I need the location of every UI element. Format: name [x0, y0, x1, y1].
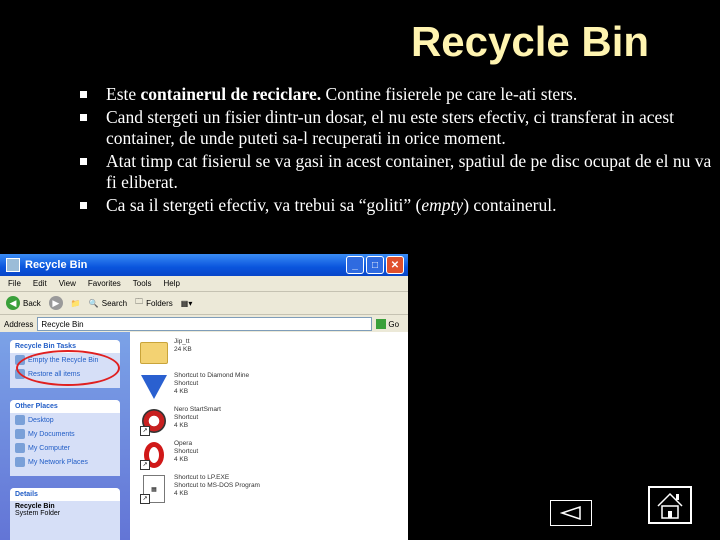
file-list: Jip_tt 24 KB Shortcut to Diamond Mine Shor… — [140, 332, 408, 540]
window-titlebar[interactable]: Recycle Bin _ □ ✕ — [0, 254, 408, 276]
other-places-panel: Other Places Desktop My Documents My Com… — [10, 400, 120, 476]
menu-view[interactable]: View — [59, 279, 76, 288]
search-icon: 🔍 — [88, 298, 99, 308]
bullet-item: Ca sa il stergeti efectiv, va trebui sa … — [80, 195, 715, 216]
highlight-ellipse — [16, 350, 120, 386]
minimize-button[interactable]: _ — [346, 256, 364, 274]
other-places-header[interactable]: Other Places — [10, 400, 120, 413]
search-button[interactable]: 🔍 Search — [89, 299, 127, 308]
network-icon — [15, 457, 25, 467]
shortcut-arrow-icon: ↗ — [140, 460, 150, 470]
bullet-item: Cand stergeti un fisier dintr-un dosar, … — [80, 107, 715, 149]
back-arrow-icon — [560, 506, 581, 520]
bullet-item: Atat timp cat fisierul se va gasi in ace… — [80, 151, 715, 193]
address-input[interactable]: Recycle Bin — [37, 317, 373, 331]
menu-file[interactable]: File — [8, 279, 21, 288]
window-title: Recycle Bin — [25, 259, 88, 271]
list-item[interactable]: ↗ Opera Shortcut 4 KB — [140, 440, 198, 470]
menu-bar: File Edit View Favorites Tools Help — [0, 276, 408, 292]
documents-icon — [15, 429, 25, 439]
bullet-marker-icon — [80, 202, 87, 209]
up-button[interactable]: 📁 — [71, 299, 81, 308]
folder-up-icon: 📁 — [70, 298, 81, 308]
place-my-computer[interactable]: My Computer — [10, 441, 120, 455]
menu-help[interactable]: Help — [163, 279, 179, 288]
home-icon — [657, 492, 683, 519]
back-button[interactable]: ◀ Back — [6, 296, 41, 310]
menu-edit[interactable]: Edit — [33, 279, 47, 288]
shortcut-arrow-icon: ↗ — [140, 494, 150, 504]
go-arrow-icon — [376, 319, 387, 329]
computer-icon — [15, 443, 25, 453]
bullet-marker-icon — [80, 91, 87, 98]
list-item[interactable]: ↗ Nero StartSmart Shortcut 4 KB — [140, 406, 221, 436]
list-item[interactable]: Jip_tt 24 KB — [140, 338, 192, 368]
forward-arrow-icon: ▶ — [48, 296, 63, 310]
window-body: Recycle Bin Tasks Empty the Recycle Bin … — [0, 332, 408, 540]
task-pane: Recycle Bin Tasks Empty the Recycle Bin … — [0, 332, 130, 540]
menu-favorites[interactable]: Favorites — [88, 279, 121, 288]
prev-slide-button[interactable] — [550, 500, 592, 526]
address-label: Address — [4, 319, 34, 329]
views-icon: ▦▾ — [180, 298, 193, 308]
slide-title: Recycle Bin — [410, 18, 650, 65]
bullet-item: Este containerul de reciclare. Contine f… — [80, 84, 715, 105]
go-button[interactable]: Go — [376, 319, 399, 329]
diamond-icon — [141, 375, 167, 399]
details-content: Recycle Bin System Folder — [10, 501, 120, 519]
back-arrow-icon: ◀ — [6, 296, 20, 310]
folders-button[interactable]: 🗀 Folders — [135, 296, 173, 310]
place-my-documents[interactable]: My Documents — [10, 427, 120, 441]
list-item[interactable]: ▦ ↗ Shortcut to LP.EXE Shortcut to MS-DOS … — [140, 474, 260, 504]
bullet-marker-icon — [80, 114, 87, 121]
bullet-list: Este containerul de reciclare. Contine f… — [80, 84, 715, 218]
recycle-bin-icon — [6, 258, 20, 272]
details-subtitle: System Folder — [15, 510, 61, 517]
folder-icon — [140, 342, 168, 364]
maximize-button[interactable]: □ — [366, 256, 384, 274]
desktop-icon — [15, 415, 25, 425]
views-button[interactable]: ▦▾ — [181, 299, 193, 308]
forward-button[interactable]: ▶ — [48, 296, 63, 310]
details-title: Recycle Bin — [15, 503, 55, 510]
place-desktop[interactable]: Desktop — [10, 413, 120, 427]
list-item[interactable]: Shortcut to Diamond Mine Shortcut 4 KB — [140, 372, 249, 402]
toolbar: ◀ Back ▶ 📁 🔍 Search 🗀 Folders ▦▾ — [0, 292, 408, 315]
details-panel: Details Recycle Bin System Folder — [10, 488, 120, 540]
menu-tools[interactable]: Tools — [133, 279, 152, 288]
home-button[interactable] — [648, 486, 692, 524]
details-header[interactable]: Details — [10, 488, 120, 501]
close-button[interactable]: ✕ — [386, 256, 404, 274]
folders-icon: 🗀 — [135, 297, 144, 306]
bullet-marker-icon — [80, 158, 87, 165]
recycle-bin-window: Recycle Bin _ □ ✕ File Edit View Favorit… — [0, 254, 408, 540]
shortcut-arrow-icon: ↗ — [140, 426, 150, 436]
place-network[interactable]: My Network Places — [10, 455, 120, 469]
